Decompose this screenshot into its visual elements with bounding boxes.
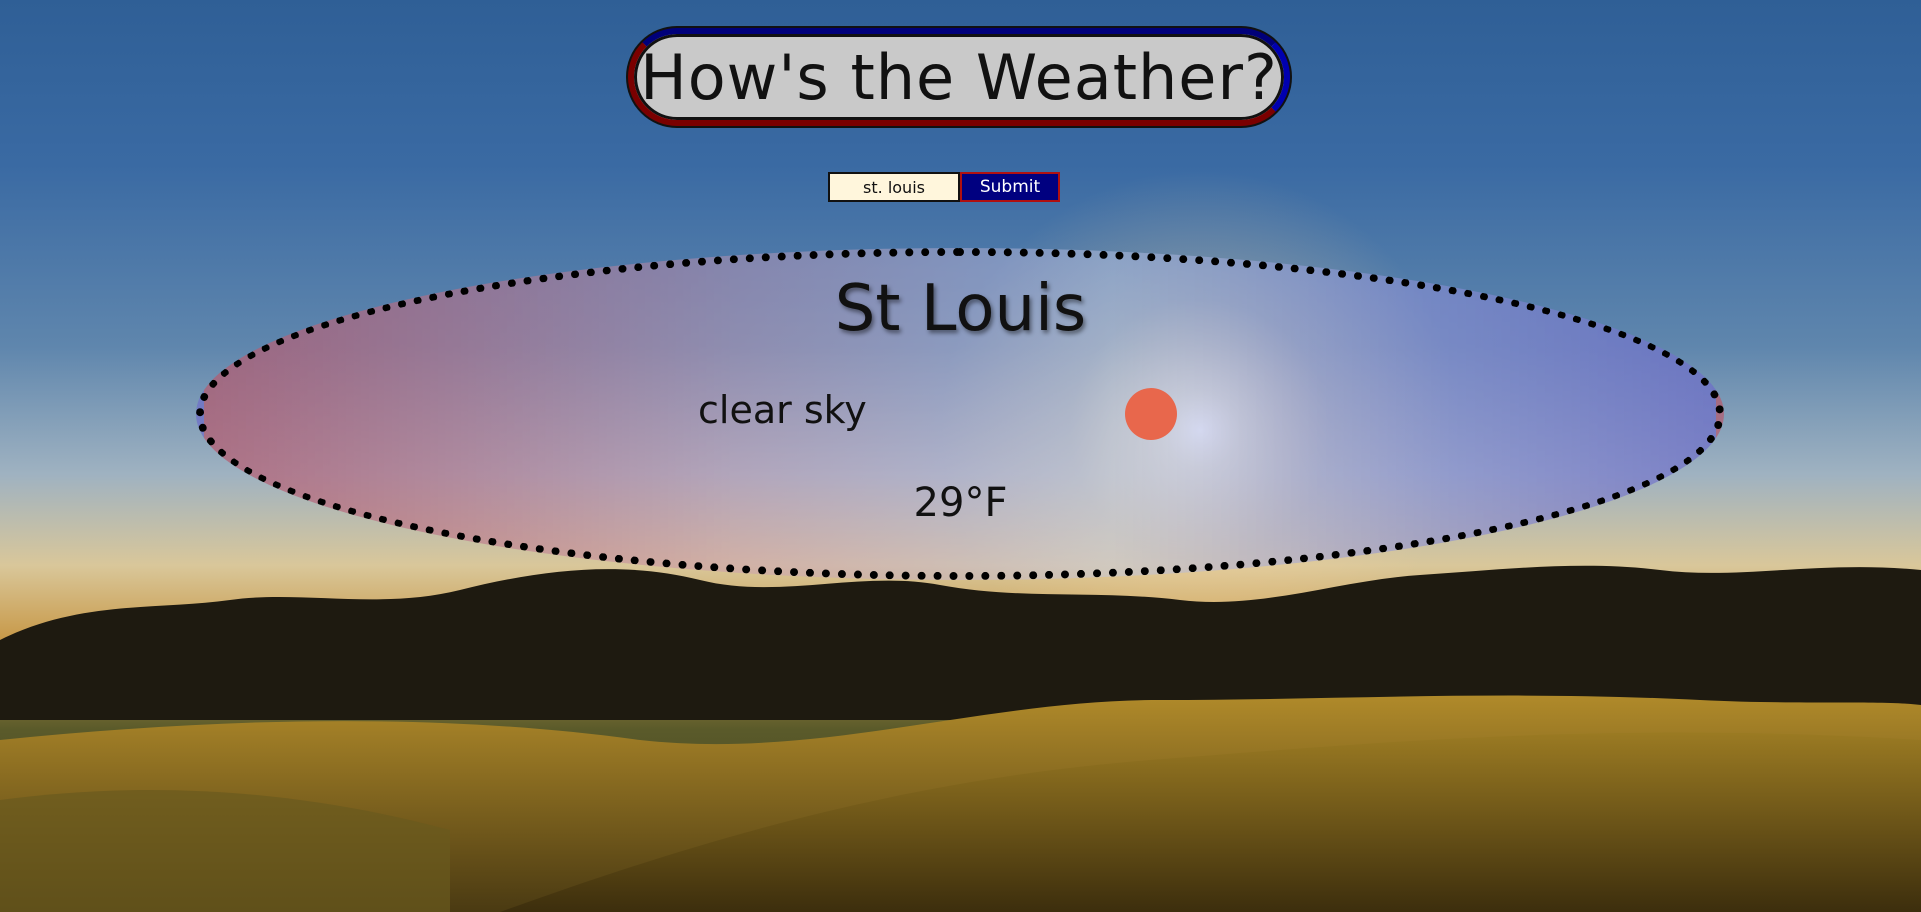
city-name: St Louis (834, 272, 1087, 346)
search-form: Submit (828, 172, 1060, 202)
title-banner: How's the Weather? (628, 28, 1290, 126)
page-title: How's the Weather? (640, 40, 1278, 114)
sun-icon (1125, 388, 1177, 440)
weather-condition: clear sky (698, 388, 867, 432)
city-search-input[interactable] (828, 172, 960, 202)
temperature: 29°F (913, 480, 1008, 526)
submit-button[interactable]: Submit (960, 172, 1060, 202)
